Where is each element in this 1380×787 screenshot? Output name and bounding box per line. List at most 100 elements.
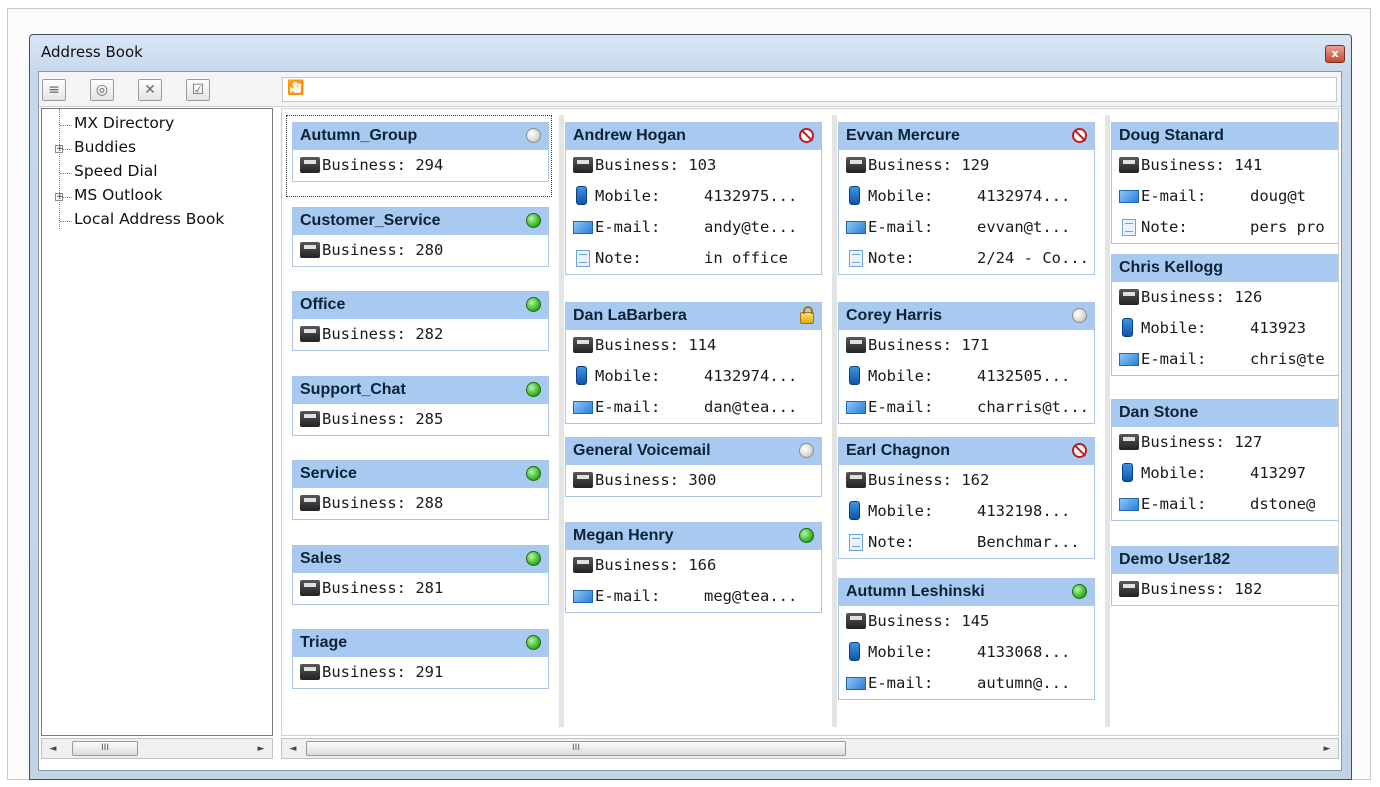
contact-card[interactable]: Earl Chagnon Business: 162 Mobile: 4132198.… — [838, 437, 1095, 559]
business-phone-icon — [573, 472, 593, 488]
scroll-right-arrow[interactable]: ► — [254, 742, 268, 756]
tree-connector — [59, 109, 60, 229]
cards-horizontal-scrollbar[interactable]: ◄ III ► — [281, 738, 1339, 759]
scroll-thumb[interactable]: III — [306, 741, 846, 756]
contact-card[interactable]: Office Business: 282 — [292, 291, 549, 351]
email-row[interactable]: E-mail: chris@te — [1112, 344, 1338, 375]
business-row[interactable]: Business: 285 — [293, 404, 548, 435]
mobile-phone-icon — [576, 366, 587, 385]
contact-card[interactable]: Chris Kellogg Business: 126 Mobile: 413923 E… — [1111, 254, 1338, 376]
business-row[interactable]: Business: 291 — [293, 657, 548, 688]
business-row[interactable]: Business: 129 — [839, 150, 1094, 181]
delete-button[interactable]: ✕ — [138, 79, 162, 101]
mobile-row[interactable]: Mobile: 413923 — [1112, 313, 1338, 344]
business-row[interactable]: Business: 281 — [293, 573, 548, 604]
contact-card[interactable]: Service Business: 288 — [292, 460, 549, 520]
business-row[interactable]: Business: 145 — [839, 606, 1094, 637]
contact-name: Customer_Service — [300, 212, 441, 229]
search-input[interactable]: 🎦 — [282, 77, 1337, 102]
close-button[interactable]: x — [1325, 45, 1345, 63]
expand-ms-outlook-button[interactable]: + — [55, 193, 64, 202]
business-row[interactable]: Business: 280 — [293, 235, 548, 266]
email-row[interactable]: E-mail: dan@tea... — [566, 392, 821, 423]
tree-item-mx-directory[interactable]: MX Directory — [74, 114, 174, 132]
business-row[interactable]: Business: 300 — [566, 465, 821, 496]
mobile-row[interactable]: Mobile: 413297 — [1112, 458, 1338, 489]
email-value: andy@te... — [704, 218, 798, 236]
email-label: E-mail: — [1141, 495, 1207, 513]
tree-item-speed-dial[interactable]: Speed Dial — [74, 162, 158, 180]
business-row[interactable]: Business: 288 — [293, 488, 548, 519]
contact-card[interactable]: Corey Harris Business: 171 Mobile: 4132505.… — [838, 302, 1095, 424]
contact-card[interactable]: Dan Stone Business: 127 Mobile: 413297 E-mai… — [1111, 399, 1338, 521]
status-available-icon — [1072, 584, 1087, 599]
mobile-row[interactable]: Mobile: 4132505... — [839, 361, 1094, 392]
note-row[interactable]: Note: 2/24 - Co... — [839, 243, 1094, 274]
mobile-row[interactable]: Mobile: 4132974... — [839, 181, 1094, 212]
mobile-phone-icon — [576, 186, 587, 205]
contact-name: Autumn_Group — [300, 127, 418, 144]
business-row[interactable]: Business: 127 — [1112, 427, 1338, 458]
email-row[interactable]: E-mail: autumn@... — [839, 668, 1094, 699]
contact-card[interactable]: Customer_Service Business: 280 — [292, 207, 549, 267]
business-row[interactable]: Business: 141 — [1112, 150, 1338, 181]
email-row[interactable]: E-mail: andy@te... — [566, 212, 821, 243]
contact-card[interactable]: Sales Business: 281 — [292, 545, 549, 605]
business-row[interactable]: Business: 126 — [1112, 282, 1338, 313]
business-row[interactable]: Business: 182 — [1112, 574, 1338, 605]
email-icon — [1119, 190, 1139, 203]
business-row[interactable]: Business: 162 — [839, 465, 1094, 496]
status-do-not-disturb-icon — [1072, 128, 1087, 143]
business-phone-icon — [1119, 289, 1139, 305]
mobile-value: 4132505... — [977, 367, 1071, 385]
note-row[interactable]: Note: pers pro — [1112, 212, 1338, 243]
scroll-left-arrow[interactable]: ◄ — [46, 742, 60, 756]
contact-card[interactable]: Evvan Mercure Business: 129 Mobile: 4132974… — [838, 122, 1095, 275]
binoculars-icon[interactable]: 🎦 — [287, 80, 304, 96]
tree-item-buddies[interactable]: Buddies — [74, 138, 136, 156]
contact-card[interactable]: Andrew Hogan Business: 103 Mobile: 4132975.… — [565, 122, 822, 275]
email-row[interactable]: E-mail: meg@tea... — [566, 581, 821, 612]
note-row[interactable]: Note: in office — [566, 243, 821, 274]
mobile-row[interactable]: Mobile: 4132974... — [566, 361, 821, 392]
business-phone-icon — [846, 337, 866, 353]
contact-name: Office — [300, 296, 346, 313]
contact-card[interactable]: Demo User182 Business: 182 — [1111, 546, 1338, 606]
note-row[interactable]: Note: Benchmar... — [839, 527, 1094, 558]
scroll-left-arrow[interactable]: ◄ — [286, 742, 300, 756]
business-phone-icon — [846, 157, 866, 173]
contact-card[interactable]: General Voicemail Business: 300 — [565, 437, 822, 497]
contact-card[interactable]: Dan LaBarbera Business: 114 Mobile: 4132974… — [565, 302, 822, 424]
mobile-row[interactable]: Mobile: 4133068... — [839, 637, 1094, 668]
scroll-thumb[interactable]: III — [72, 741, 138, 756]
contact-card[interactable]: Megan Henry Business: 166 E-mail: meg@tea..… — [565, 522, 822, 613]
contact-card[interactable]: Autumn_Group Business: 294 — [292, 122, 549, 182]
checklist-button[interactable]: ☑ — [186, 79, 210, 101]
business-row[interactable]: Business: 171 — [839, 330, 1094, 361]
scroll-right-arrow[interactable]: ► — [1320, 742, 1334, 756]
contact-name: Earl Chagnon — [846, 442, 951, 459]
business-row[interactable]: Business: 114 — [566, 330, 821, 361]
business-row[interactable]: Business: 103 — [566, 150, 821, 181]
title-bar[interactable]: Address Book x — [30, 35, 1351, 69]
tree-horizontal-scrollbar[interactable]: ◄ III ► — [41, 738, 273, 759]
contact-card[interactable]: Support_Chat Business: 285 — [292, 376, 549, 436]
mobile-row[interactable]: Mobile: 4132198... — [839, 496, 1094, 527]
column-separator — [832, 115, 837, 727]
email-row[interactable]: E-mail: evvan@t... — [839, 212, 1094, 243]
email-row[interactable]: E-mail: charris@t... — [839, 392, 1094, 423]
business-row[interactable]: Business: 282 — [293, 319, 548, 350]
business-row[interactable]: Business: 166 — [566, 550, 821, 581]
expand-buddies-button[interactable]: + — [55, 145, 64, 154]
email-row[interactable]: E-mail: dstone@ — [1112, 489, 1338, 520]
mobile-row[interactable]: Mobile: 4132975... — [566, 181, 821, 212]
email-row[interactable]: E-mail: doug@t — [1112, 181, 1338, 212]
contact-card[interactable]: Doug Stanard Business: 141 E-mail: doug@t No… — [1111, 122, 1338, 244]
contact-card[interactable]: Autumn Leshinski Business: 145 Mobile: 4133… — [838, 578, 1095, 700]
globe-button[interactable]: ◎ — [90, 79, 114, 101]
contact-card[interactable]: Triage Business: 291 — [292, 629, 549, 689]
contact-card-button[interactable]: ≡ — [42, 79, 66, 101]
tree-item-local-address-book[interactable]: Local Address Book — [74, 210, 224, 228]
business-row[interactable]: Business: 294 — [293, 150, 548, 181]
tree-item-ms-outlook[interactable]: MS Outlook — [74, 186, 163, 204]
